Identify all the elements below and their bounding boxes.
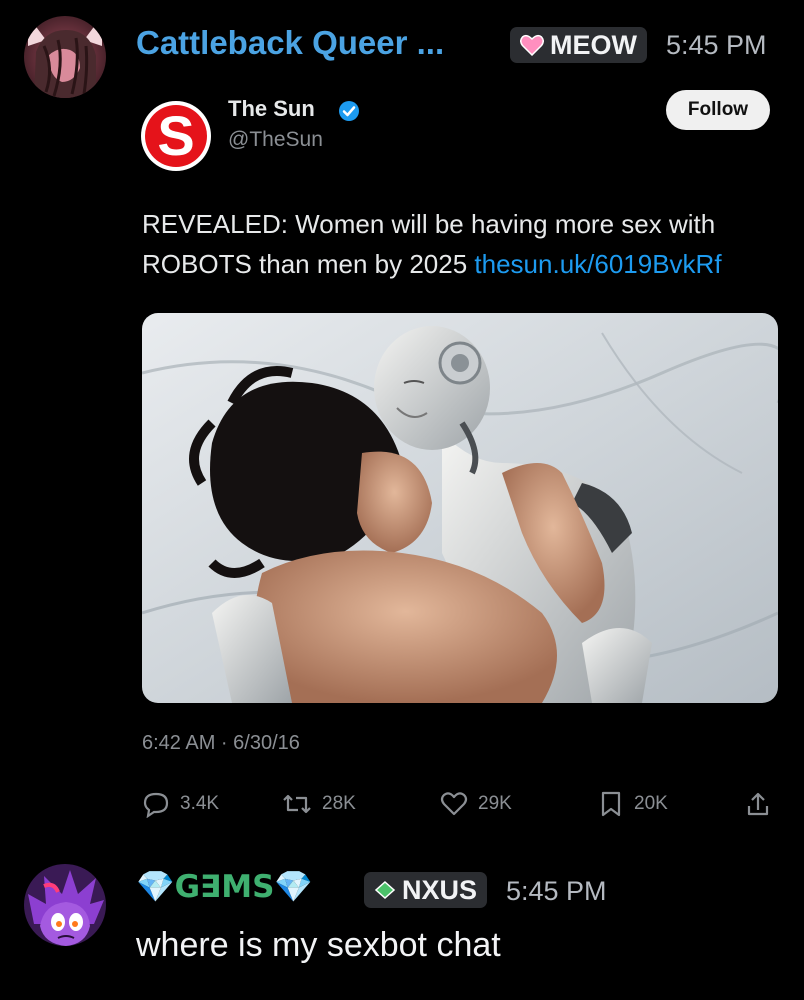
tweet-account-handle: @TheSun [228,128,323,151]
tweet-action-bar: 3.4K 28K 29K 20K [142,786,782,822]
follow-button[interactable]: Follow [666,90,770,130]
tweet-account-name: The Sun [228,96,315,121]
role-tag[interactable]: MEOW [510,27,647,63]
user-avatar-gems[interactable] [24,864,106,946]
purple-hedgehog-avatar-icon [24,864,106,946]
role-tag[interactable]: NXUS [364,872,488,908]
bookmark-action[interactable]: 20K [598,786,668,822]
message-cattleback: Cattleback Queer ... MEOW 5:45 PM S The … [0,0,804,840]
share-icon [747,792,769,816]
message-content: where is my sexbot chat [136,926,501,964]
author-name[interactable]: 💎G∃MS💎 [136,868,313,905]
tweet-photo[interactable] [142,313,778,703]
bookmark-icon [601,791,621,817]
woman-and-robot-photo [142,313,778,703]
role-tag-label: NXUS [402,874,478,905]
green-gem-icon [374,880,396,900]
verified-badge-icon [339,101,359,121]
the-sun-logo: S [140,100,212,172]
message-gems: 💎G∃MS💎 NXUS 5:45 PM where is my sexbot c… [0,840,804,1000]
share-action[interactable] [746,786,770,822]
heart-icon [440,792,468,816]
reply-action[interactable]: 3.4K [142,786,219,822]
tweet-date: 6:42 AM · 6/30/16 [142,732,300,754]
retweet-icon [283,794,311,814]
svg-text:S: S [157,104,194,167]
tweet-text: REVEALED: Women will be having more sex … [142,204,782,284]
tweet-link[interactable]: thesun.uk/6019BvkRf [474,249,721,279]
pink-heart-icon [520,34,544,56]
reply-count: 3.4K [180,793,220,814]
user-avatar-cattleback[interactable] [24,16,106,98]
retweet-count: 28K [322,793,356,814]
tweet-screenshot[interactable]: S The Sun @TheSun Follow REVEALED: Women… [120,88,804,828]
like-count: 29K [478,793,512,814]
author-name[interactable]: Cattleback Queer ... [136,24,444,62]
message-timestamp: 5:45 PM [666,30,767,60]
like-action[interactable]: 29K [440,786,512,822]
cat-ears-avatar-icon [24,16,106,98]
retweet-action[interactable]: 28K [282,786,356,822]
role-tag-label: MEOW [550,29,637,60]
bookmark-count: 20K [634,793,668,814]
message-timestamp: 5:45 PM [506,876,607,906]
reply-icon [143,792,169,818]
